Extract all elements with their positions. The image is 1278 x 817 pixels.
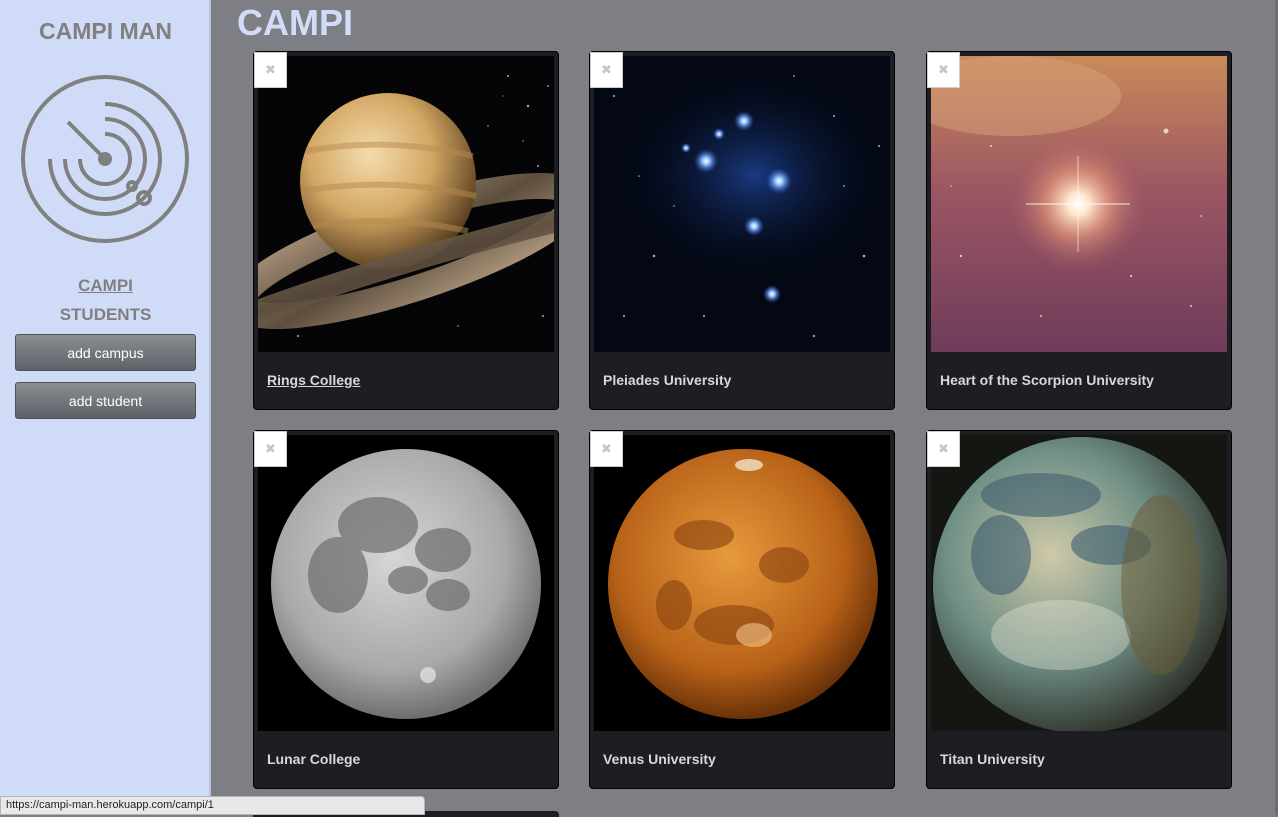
- campus-name-link[interactable]: Heart of the Scorpion University: [940, 372, 1154, 388]
- nav-campi-link[interactable]: CAMPI: [0, 276, 211, 296]
- radar-logo-icon: [21, 75, 189, 243]
- add-student-button[interactable]: add student: [15, 382, 196, 419]
- campus-image-antares[interactable]: [931, 56, 1227, 352]
- campus-name-link[interactable]: Rings College: [267, 372, 360, 388]
- delete-campus-button[interactable]: ✖: [590, 431, 623, 467]
- campus-image-pleiades[interactable]: [594, 56, 890, 352]
- campus-card[interactable]: ✖ Lunar College: [253, 430, 559, 789]
- campus-image-saturn[interactable]: [258, 56, 554, 352]
- campus-image-moon[interactable]: [258, 435, 554, 731]
- delete-campus-button[interactable]: ✖: [927, 52, 960, 88]
- campus-name-link[interactable]: Titan University: [940, 751, 1045, 767]
- browser-status-bar: https://campi-man.herokuapp.com/campi/1: [0, 796, 425, 815]
- campus-image-venus[interactable]: [594, 435, 890, 731]
- campus-image-titan[interactable]: [931, 435, 1227, 731]
- campus-name-link[interactable]: Venus University: [603, 751, 716, 767]
- delete-campus-button[interactable]: ✖: [927, 431, 960, 467]
- campus-card[interactable]: ✖: [589, 51, 895, 410]
- nav-students-link[interactable]: STUDENTS: [0, 305, 211, 325]
- campus-card[interactable]: ✖ Venus University: [589, 430, 895, 789]
- campus-name-link[interactable]: Lunar College: [267, 751, 360, 767]
- campus-card[interactable]: ✖: [253, 51, 559, 410]
- page-title: CAMPI: [237, 2, 353, 43]
- delete-campus-button[interactable]: ✖: [254, 52, 287, 88]
- delete-campus-button[interactable]: ✖: [254, 431, 287, 467]
- campus-card[interactable]: ✖ Titan University: [926, 430, 1232, 789]
- brand-title: CAMPI MAN: [39, 18, 172, 44]
- campus-name-link[interactable]: Pleiades University: [603, 372, 731, 388]
- delete-campus-button[interactable]: ✖: [590, 52, 623, 88]
- campus-card[interactable]: ✖: [926, 51, 1232, 410]
- add-campus-button[interactable]: add campus: [15, 334, 196, 371]
- sidebar: CAMPI MAN CAMPI STUDENTS add campus add …: [0, 0, 211, 815]
